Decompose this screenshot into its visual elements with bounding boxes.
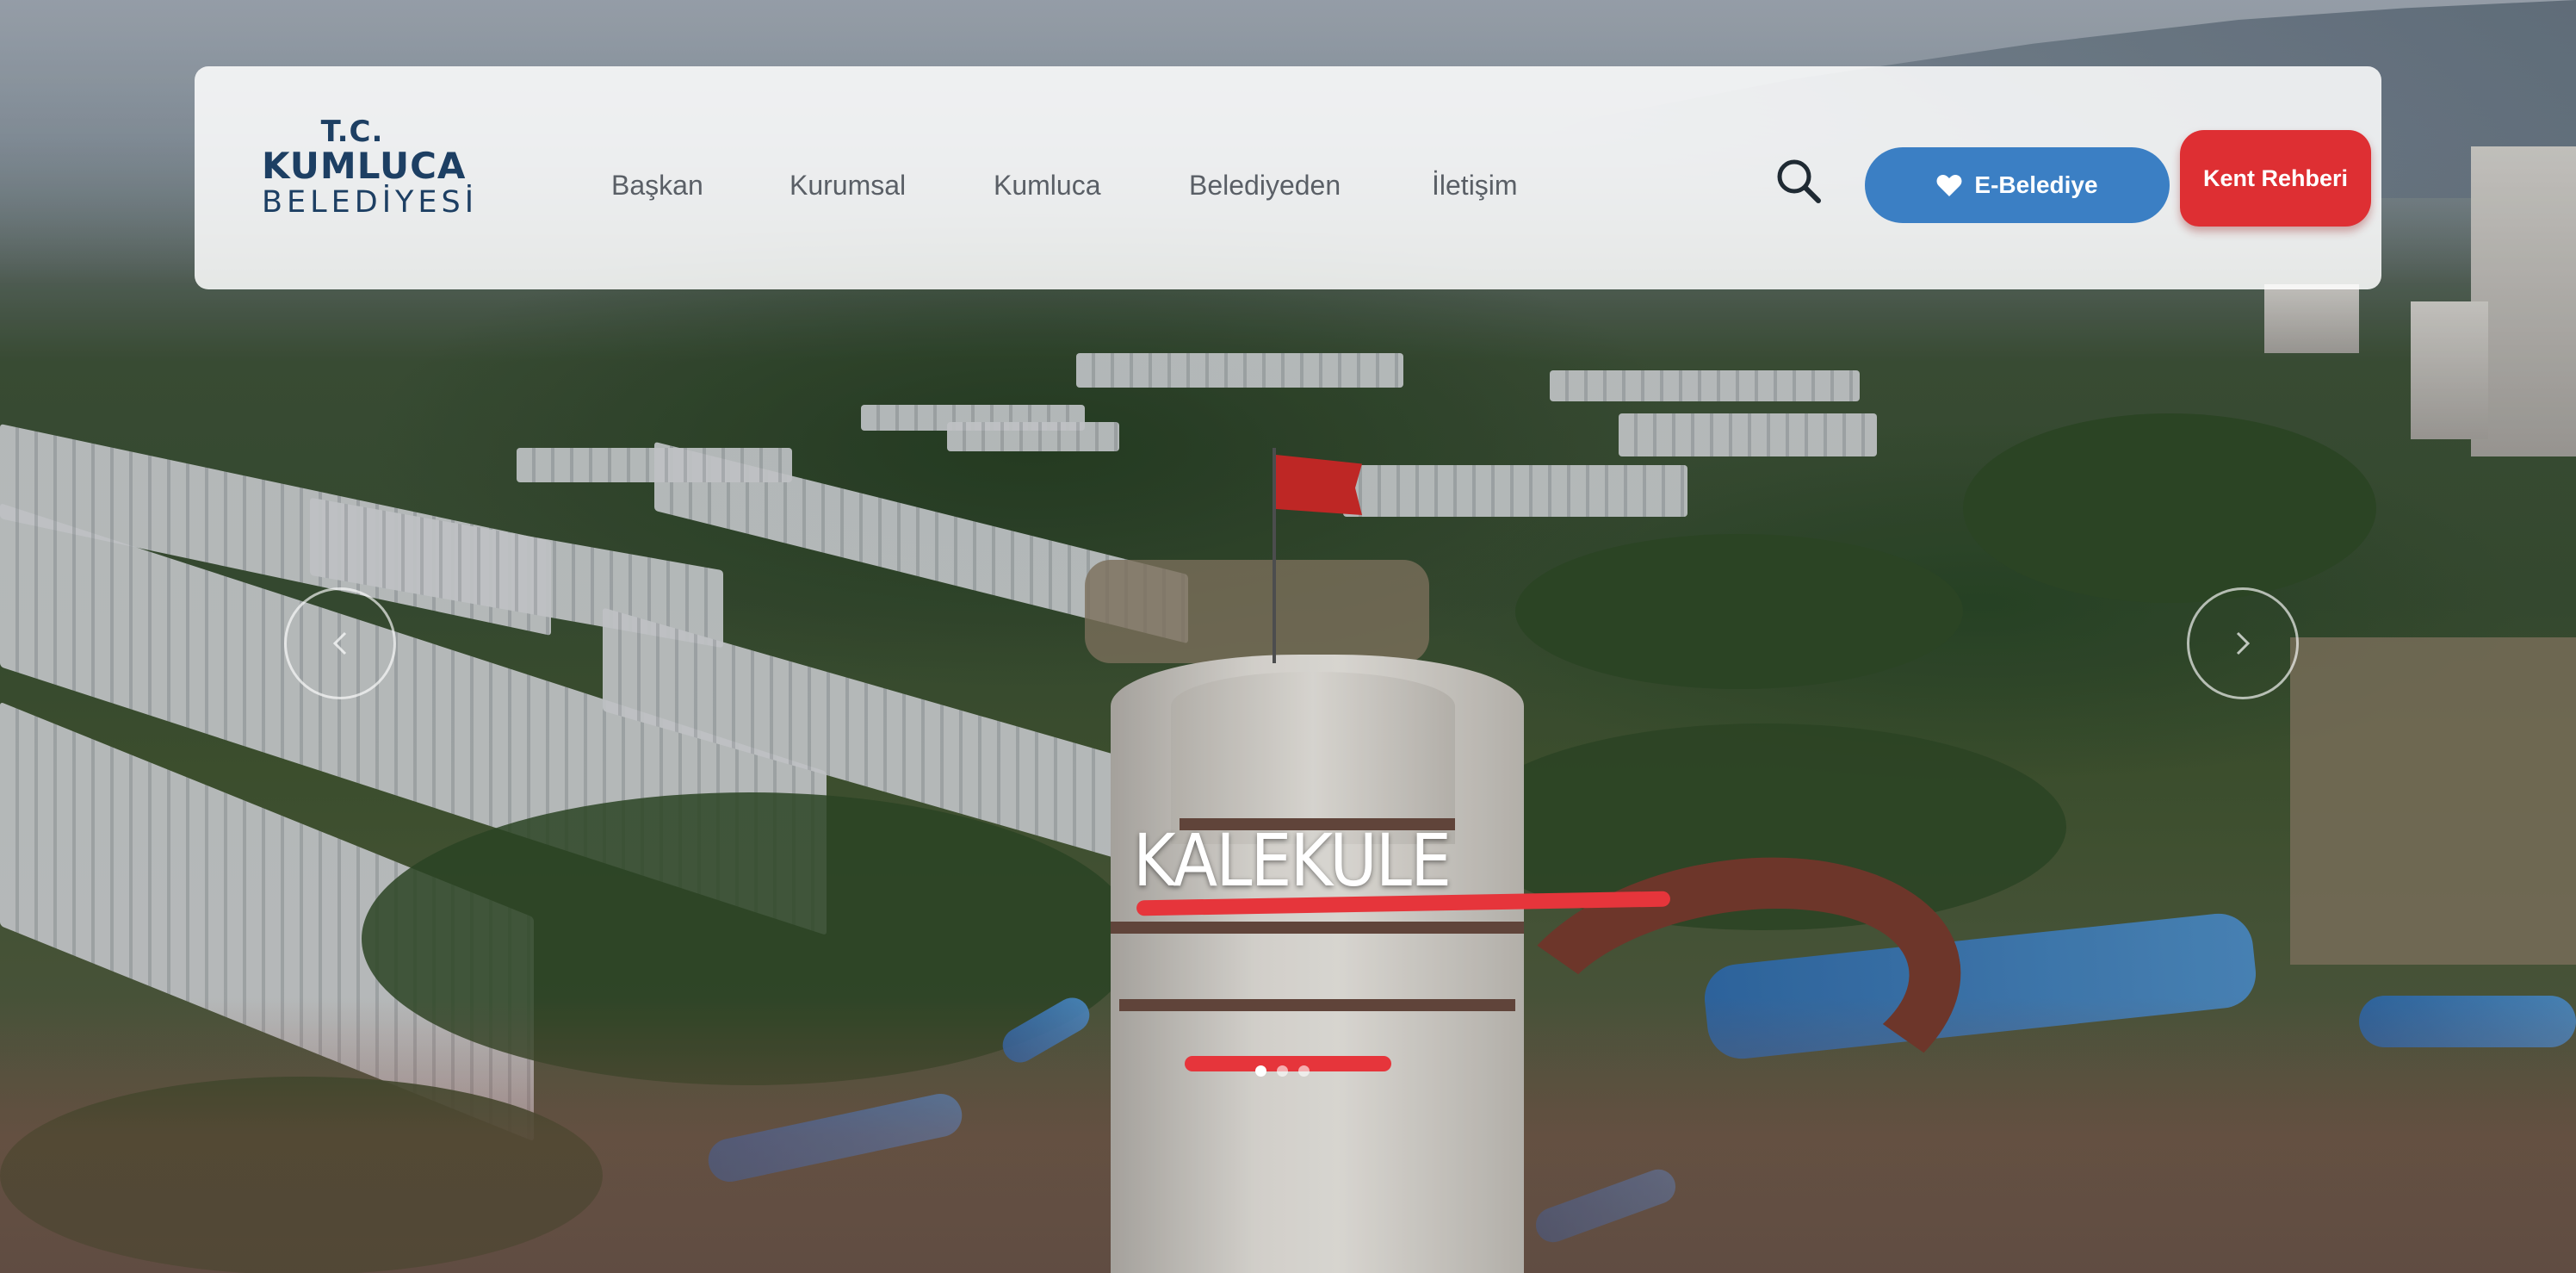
e-belediye-label: E-Belediye (1974, 171, 2098, 198)
slide-title: KALEKULE (1133, 818, 1452, 903)
chevron-left-icon (332, 631, 347, 655)
heart-icon (1936, 175, 1962, 196)
chevron-right-icon (2236, 631, 2251, 655)
slider-dot-3[interactable] (1298, 1065, 1310, 1077)
nav-item-kumluca[interactable]: Kumluca (994, 170, 1189, 202)
nav-item-kurumsal[interactable]: Kurumsal (790, 170, 994, 202)
slider-next-button[interactable] (2187, 587, 2299, 699)
e-belediye-button[interactable]: E-Belediye (1865, 147, 2170, 223)
main-nav: Başkan Kurumsal Kumluca Belediyeden İlet… (611, 170, 1518, 202)
slider-dot-2[interactable] (1277, 1065, 1288, 1077)
slider-prev-button[interactable] (284, 587, 396, 699)
nav-item-baskan[interactable]: Başkan (611, 170, 790, 202)
search-button[interactable] (1774, 156, 1824, 206)
kent-rehberi-button[interactable]: Kent Rehberi (2180, 130, 2371, 227)
site-logo[interactable]: T.C. KUMLUCA BELEDİYESİ (262, 115, 479, 220)
logo-line-kumluca: KUMLUCA (262, 145, 467, 187)
logo-line-belediyesi: BELEDİYESİ (262, 185, 479, 220)
logo-line-tc: T.C. (320, 115, 384, 149)
nav-item-belediyeden[interactable]: Belediyeden (1189, 170, 1432, 202)
kent-rehberi-label: Kent Rehberi (2202, 165, 2349, 191)
slider-pagination (1255, 1065, 1310, 1077)
nav-item-iletisim[interactable]: İletişim (1432, 170, 1518, 202)
site-header: T.C. KUMLUCA BELEDİYESİ Başkan Kurumsal … (195, 66, 2381, 289)
slider-dot-1[interactable] (1255, 1065, 1266, 1077)
search-icon (1777, 159, 1821, 203)
